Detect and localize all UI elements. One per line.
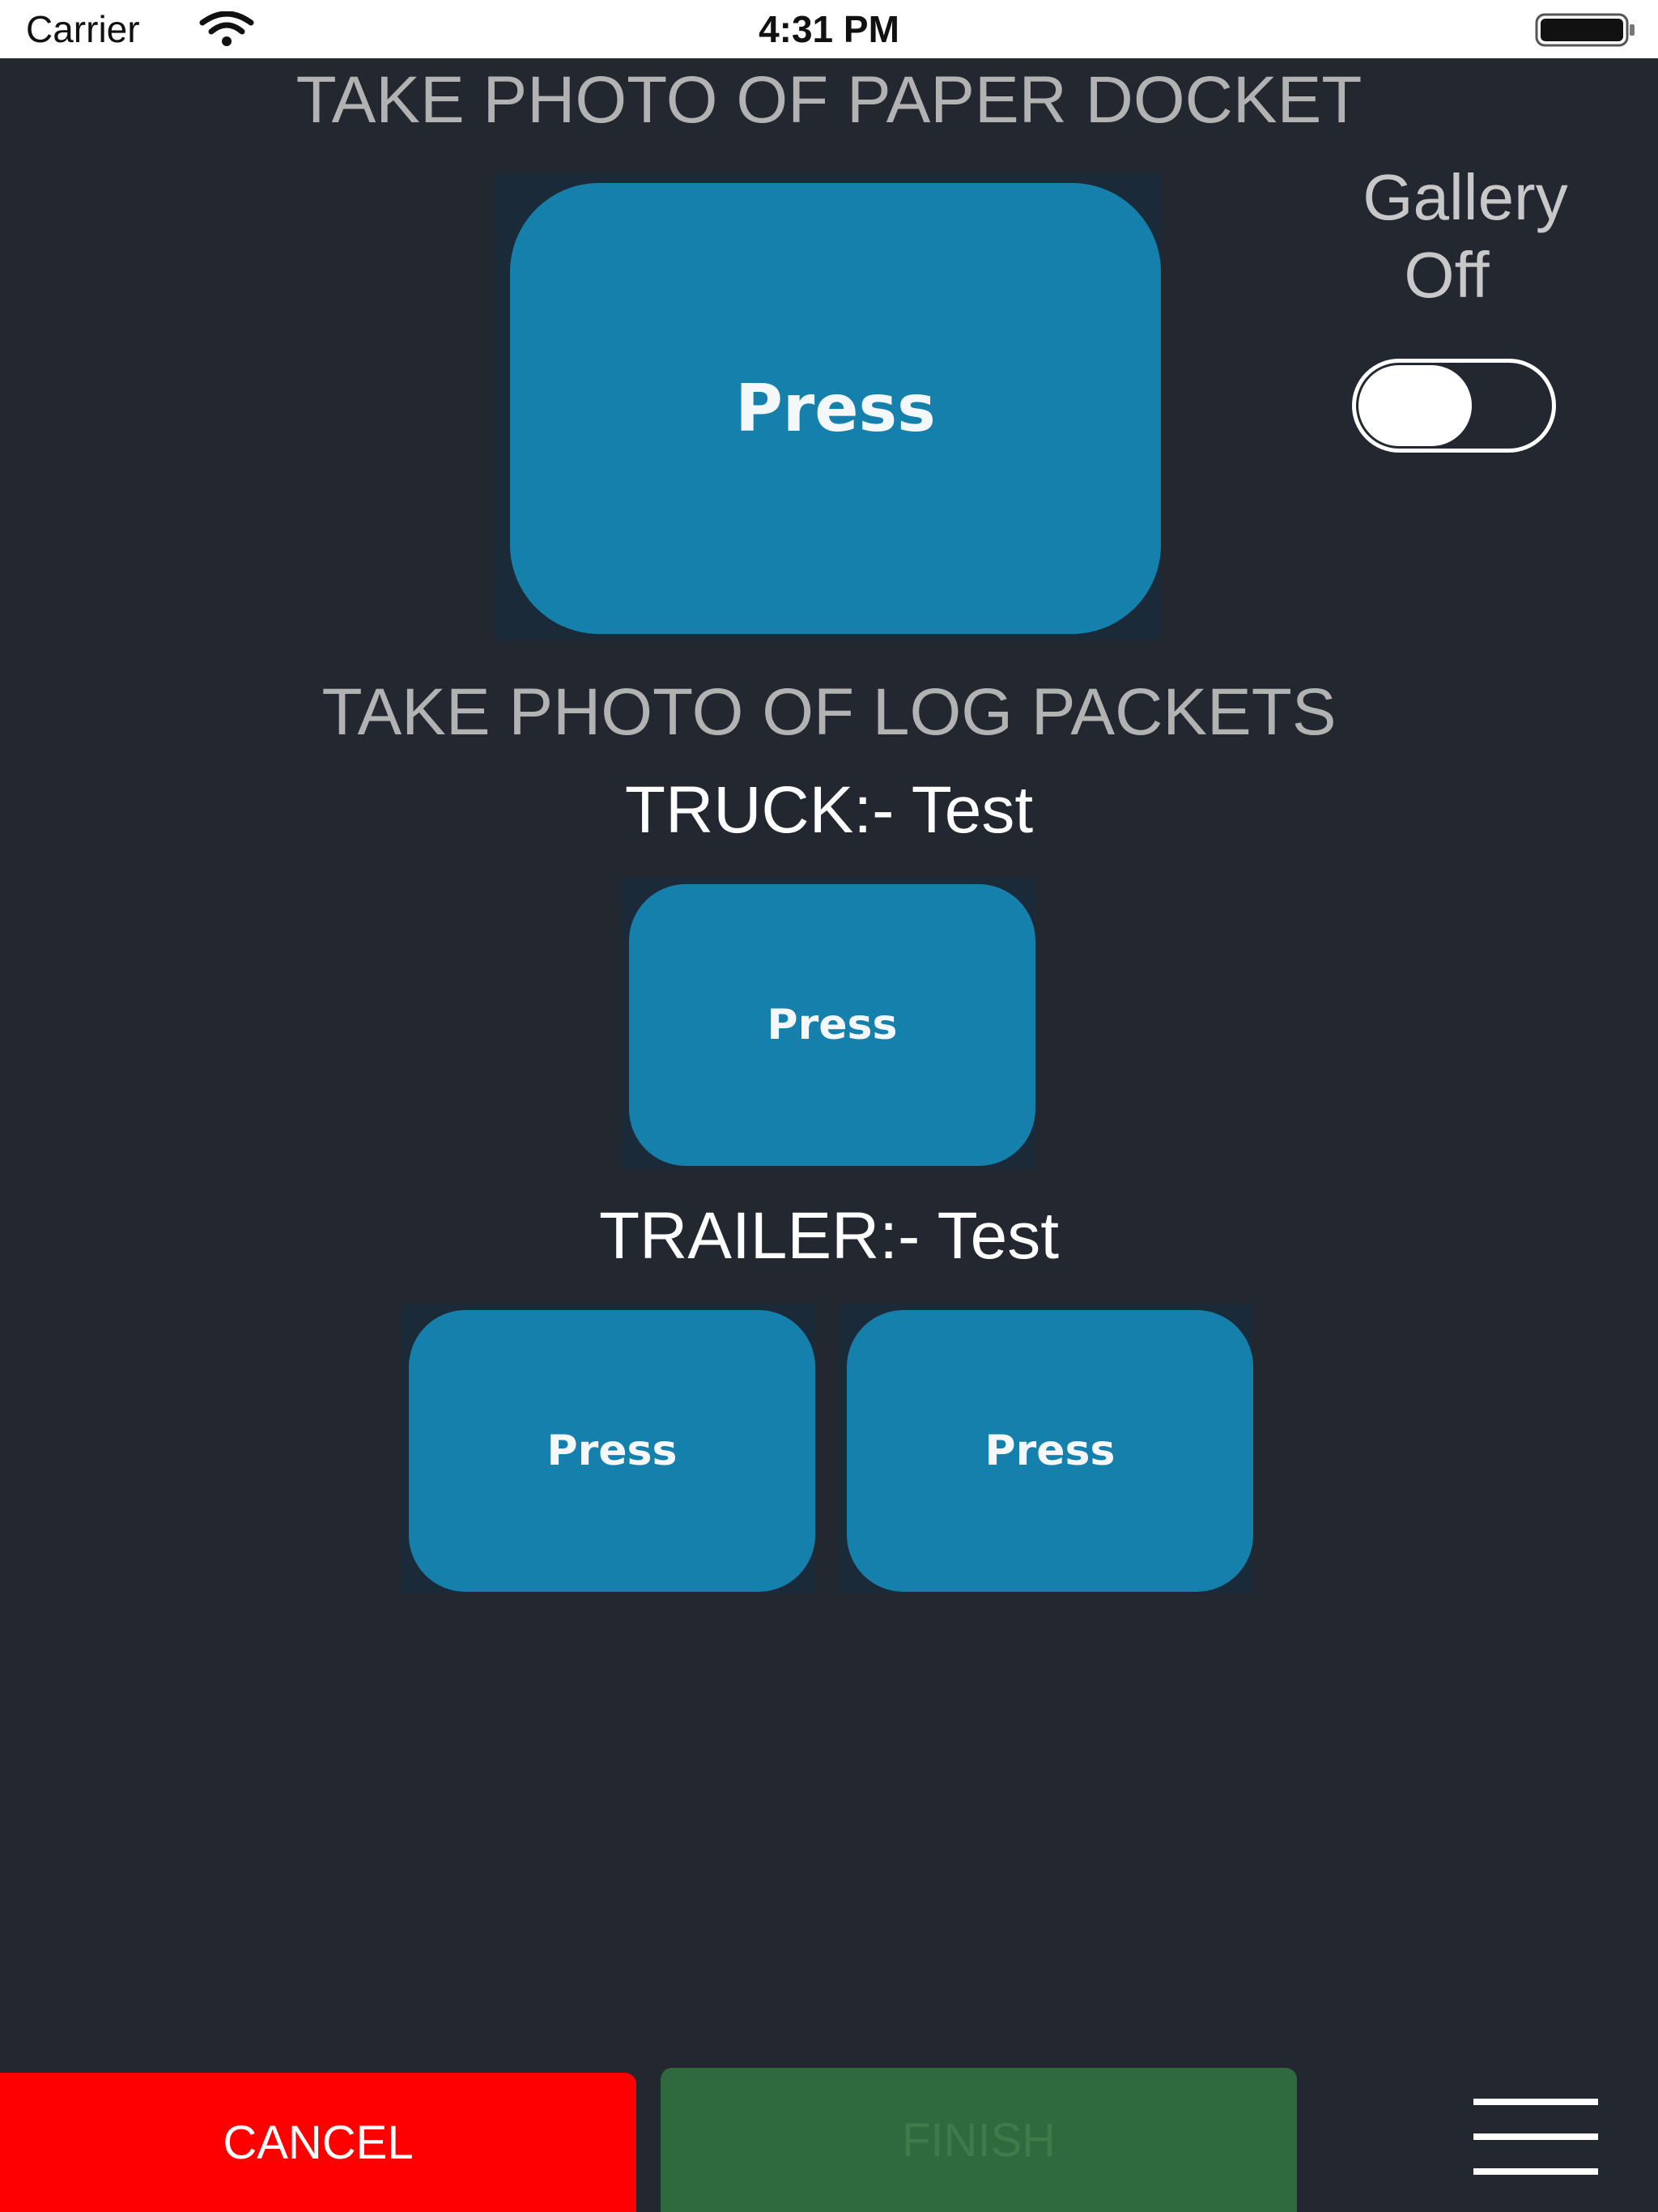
- trailer-label: TRAILER:- Test: [598, 1199, 1060, 1273]
- gallery-label-line2: Off: [1404, 239, 1490, 311]
- wifi-icon: [199, 11, 254, 46]
- trailer-press-button-1[interactable]: Press: [409, 1310, 815, 1592]
- battery-icon: [1535, 13, 1635, 47]
- toggle-knob: [1358, 365, 1472, 446]
- trailer-press-button-2[interactable]: Press: [847, 1310, 1253, 1592]
- cancel-button[interactable]: CANCEL: [0, 2073, 636, 2212]
- hamburger-menu-icon[interactable]: [1473, 2092, 1598, 2181]
- status-time: 4:31 PM: [759, 8, 899, 50]
- carrier-label: Carrier: [26, 8, 140, 50]
- gallery-label: Gallery Off: [1312, 159, 1619, 314]
- status-bar: Carrier 4:31 PM: [0, 0, 1658, 58]
- docket-press-button[interactable]: Press: [510, 183, 1161, 634]
- finish-button[interactable]: FINISH: [661, 2068, 1297, 2212]
- docket-section-title: TAKE PHOTO OF PAPER DOCKET: [295, 63, 1363, 137]
- packets-section-title: TAKE PHOTO OF LOG PACKETS: [321, 675, 1337, 749]
- gallery-label-line1: Gallery: [1363, 161, 1568, 233]
- gallery-toggle[interactable]: [1352, 359, 1556, 453]
- truck-label: TRUCK:- Test: [624, 773, 1034, 847]
- truck-press-button[interactable]: Press: [629, 884, 1035, 1166]
